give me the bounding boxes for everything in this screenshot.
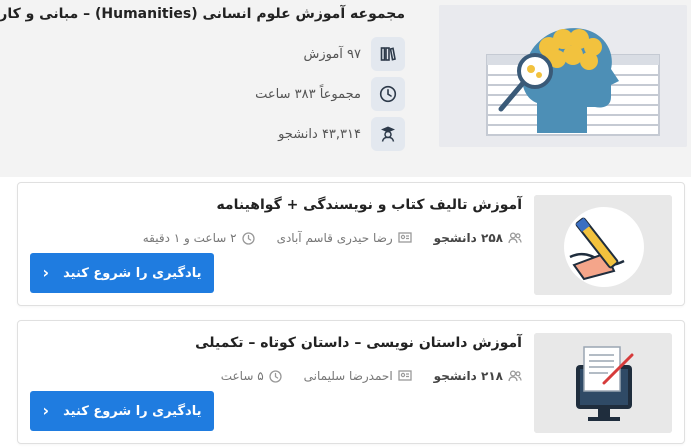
course-duration: ۵ ساعت bbox=[221, 369, 265, 383]
students-count: ۲۱۸ دانشجو bbox=[434, 369, 504, 383]
instructor-meta: احمدرضا سلیمانی bbox=[305, 369, 413, 383]
students-count: ۲۵۸ دانشجو bbox=[434, 231, 504, 245]
course-meta: ۲۱۸ دانشجو احمدرضا سلیمانی ۵ ساعت bbox=[222, 369, 523, 383]
collection-cover-image[interactable] bbox=[440, 5, 688, 147]
instructor-icon bbox=[399, 370, 413, 381]
start-learning-label: یادگیری را شروع کنید bbox=[64, 265, 203, 281]
courses-count: ۹۷ آموزش bbox=[304, 46, 362, 62]
collection-title: مجموعه آموزش علوم انسانی (Humanities) – … bbox=[0, 6, 406, 22]
instructor-icon bbox=[399, 232, 413, 243]
collection-header: مجموعه آموزش علوم انسانی (Humanities) – … bbox=[0, 0, 692, 177]
students-count: ۴۳,۳۱۴ دانشجو bbox=[279, 126, 362, 142]
books-icon bbox=[372, 37, 406, 71]
course-card[interactable]: آموزش تالیف کتاب و نویسندگی + گواهینامه … bbox=[18, 182, 686, 306]
duration-meta: ۲ ساعت و ۱ دقیقه bbox=[144, 231, 256, 245]
instructor-name[interactable]: رضا حیدری قاسم آبادی bbox=[278, 231, 394, 245]
students-row: ۴۳,۳۱۴ دانشجو bbox=[279, 117, 406, 151]
student-icon bbox=[372, 117, 406, 151]
start-learning-button[interactable]: یادگیری را شروع کنید ‹ bbox=[31, 391, 215, 431]
users-icon bbox=[509, 232, 523, 244]
users-icon bbox=[509, 370, 523, 382]
start-learning-label: یادگیری را شروع کنید bbox=[64, 403, 203, 419]
course-thumbnail[interactable] bbox=[535, 333, 673, 433]
course-title[interactable]: آموزش داستان نویسی – داستان کوتاه – تکمی… bbox=[196, 335, 523, 351]
course-thumbnail[interactable] bbox=[535, 195, 673, 295]
total-hours-row: مجموعاً ۳۸۳ ساعت bbox=[256, 77, 406, 111]
clock-icon bbox=[269, 369, 283, 383]
course-duration: ۲ ساعت و ۱ دقیقه bbox=[143, 231, 238, 245]
clock-icon bbox=[372, 77, 406, 111]
courses-count-row: ۹۷ آموزش bbox=[304, 37, 406, 71]
instructor-name[interactable]: احمدرضا سلیمانی bbox=[305, 369, 394, 383]
course-title[interactable]: آموزش تالیف کتاب و نویسندگی + گواهینامه bbox=[217, 197, 523, 213]
course-meta: ۲۵۸ دانشجو رضا حیدری قاسم آبادی ۲ ساعت و… bbox=[144, 231, 523, 245]
start-learning-button[interactable]: یادگیری را شروع کنید ‹ bbox=[31, 253, 215, 293]
duration-meta: ۵ ساعت bbox=[222, 369, 283, 383]
chevron-left-icon: ‹ bbox=[43, 401, 51, 420]
instructor-meta: رضا حیدری قاسم آبادی bbox=[278, 231, 413, 245]
course-card[interactable]: آموزش داستان نویسی – داستان کوتاه – تکمی… bbox=[18, 320, 686, 444]
chevron-left-icon: ‹ bbox=[43, 263, 51, 282]
total-hours: مجموعاً ۳۸۳ ساعت bbox=[256, 86, 362, 102]
clock-icon bbox=[242, 231, 256, 245]
students-meta: ۲۱۸ دانشجو bbox=[435, 369, 523, 383]
students-meta: ۲۵۸ دانشجو bbox=[435, 231, 523, 245]
